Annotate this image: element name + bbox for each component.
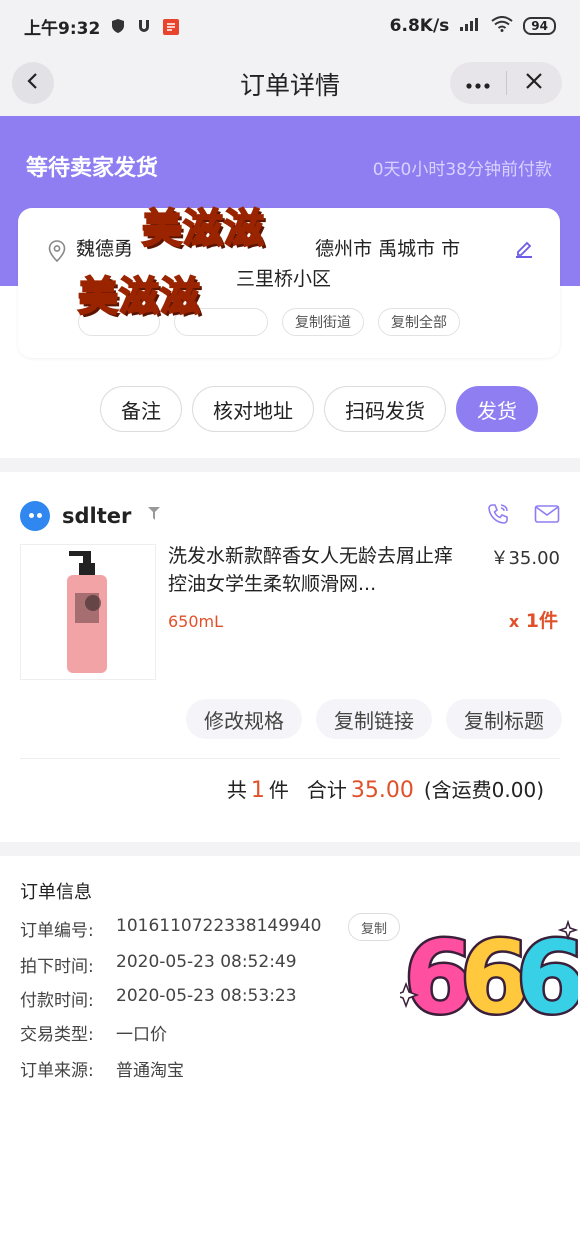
product-price: ￥35.00 (490, 548, 560, 569)
count-suffix: 件 (268, 778, 289, 802)
pay-time-row: 付款时间: 2020-05-23 08:53:23 (20, 986, 297, 1011)
pay-time-label: 付款时间: (20, 991, 94, 1011)
pay-time-value: 2020-05-23 08:53:23 (116, 986, 297, 1006)
item-count: 1 (250, 778, 265, 803)
copy-order-number-button[interactable]: 复制 (348, 913, 401, 941)
mail-icon[interactable] (534, 504, 560, 528)
order-info-title: 订单信息 (20, 882, 92, 903)
order-action-row: 备注 核对地址 扫码发货 发货 (100, 386, 538, 432)
mini-program-capsule (450, 62, 562, 104)
divider-line (20, 758, 560, 759)
copy-title-button[interactable]: 复制标题 (446, 699, 562, 739)
total-label: 合计 (306, 778, 347, 802)
order-status-title: 等待卖家发货 (26, 156, 159, 181)
product-image[interactable] (20, 544, 156, 680)
check-address-button[interactable]: 核对地址 (192, 386, 314, 432)
section-divider (0, 458, 580, 472)
receiver-name: 魏德勇 (76, 238, 140, 260)
magnet-icon (136, 18, 152, 34)
trade-type-label: 交易类型: (20, 1025, 94, 1045)
shield-icon (110, 18, 126, 34)
modify-spec-button[interactable]: 修改规格 (186, 699, 302, 739)
paid-time-ago: 0天0小时38分钟前付款 (372, 160, 552, 180)
product-title[interactable]: 洗发水新款醉香女人无龄去屑止痒控油女学生柔软顺滑网... (168, 542, 458, 598)
status-time: 上午9:32 (24, 18, 101, 39)
product-quantity: x 1件 (509, 606, 558, 633)
section-divider (0, 842, 580, 856)
trade-type-value: 一口价 (116, 1025, 167, 1045)
total-amount: 35.00 (350, 778, 414, 803)
qty-prefix: x (508, 612, 520, 631)
network-speed: 6.8K/s (389, 16, 450, 36)
close-icon (524, 71, 544, 95)
number-sticker: 6 6 6 (392, 902, 580, 1039)
order-number-label: 订单编号: (20, 921, 94, 941)
qty-value: 1件 (525, 610, 558, 632)
wifi-icon (491, 15, 513, 37)
shop-logo-icon (20, 501, 50, 531)
count-prefix: 共 (226, 778, 247, 802)
shop-header: sdlter (20, 498, 560, 534)
battery-indicator: 94 (523, 17, 556, 35)
order-total: 共 1 件 合计 35.00 (含运费0.00) (227, 774, 544, 803)
order-source-label: 订单来源: (20, 1061, 94, 1081)
scan-ship-button[interactable]: 扫码发货 (324, 386, 446, 432)
signal-icon (459, 16, 481, 37)
app-notification-icon (162, 18, 180, 35)
status-bar: 上午9:32 6.8K/s 94 (0, 0, 580, 52)
close-button[interactable] (507, 62, 563, 104)
order-number-value: 1016110722338149940 (116, 916, 322, 936)
meizizi-sticker-top: 美滋滋 (141, 205, 265, 253)
nav-bar: 订单详情 (0, 52, 580, 116)
meizizi-sticker-bottom: 美滋滋 (77, 273, 201, 321)
order-source-value: 普通淘宝 (116, 1061, 184, 1081)
phone-icon[interactable] (486, 502, 510, 530)
shop-name: sdlter (62, 504, 132, 528)
location-pin-icon (48, 240, 66, 266)
copy-link-button[interactable]: 复制链接 (316, 699, 432, 739)
address-street: 三里桥小区 (236, 268, 332, 290)
order-source-row: 订单来源: 普通淘宝 (20, 1056, 184, 1081)
more-dots-icon (466, 74, 490, 93)
order-time-label: 拍下时间: (20, 957, 94, 977)
product-spec: 650mL (168, 612, 224, 631)
copy-street-button[interactable]: 复制街道 (282, 308, 364, 336)
ship-button[interactable]: 发货 (456, 386, 538, 432)
order-number-row: 订单编号: 1016110722338149940 (20, 916, 322, 941)
shipping-fee: (含运费0.00) (423, 778, 544, 802)
order-time-row: 拍下时间: 2020-05-23 08:52:49 (20, 952, 297, 977)
more-button[interactable] (450, 62, 506, 104)
note-button[interactable]: 备注 (100, 386, 182, 432)
edit-address-icon[interactable] (514, 238, 534, 262)
address-region: 德州市 禹城市 市 (309, 238, 461, 260)
product-action-buttons: 修改规格 复制链接 复制标题 (186, 699, 562, 739)
copy-all-button[interactable]: 复制全部 (378, 308, 460, 336)
trade-type-row: 交易类型: 一口价 (20, 1020, 167, 1045)
flag-icon[interactable] (147, 506, 161, 526)
order-time-value: 2020-05-23 08:52:49 (116, 952, 297, 972)
